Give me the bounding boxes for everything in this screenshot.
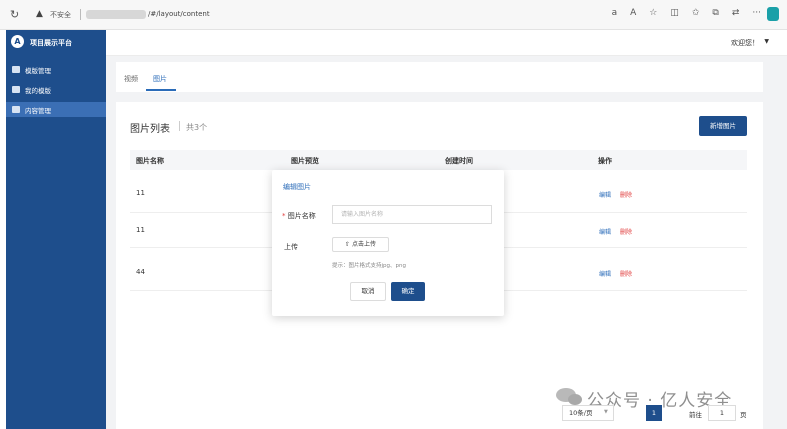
url-redacted [86, 10, 146, 19]
top-header: 欢迎您！ ▼ [106, 30, 787, 56]
delete-button[interactable]: 删除 [620, 190, 632, 199]
sidebar-item-my-templates[interactable]: 我的模版 [6, 82, 106, 97]
confirm-button[interactable]: 确定 [391, 282, 425, 301]
column-header-name: 图片名称 [136, 157, 164, 165]
dialog-title: 编辑图片 [283, 183, 311, 191]
browser-toolbar: ↻ ▲ 不安全 /#/layout/content a A ☆ ◫ ✩ ⧉ ⇄ … [0, 0, 787, 30]
item-count: 共3个 [186, 123, 208, 132]
upload-button-label: 点击上传 [351, 241, 376, 248]
sidebar: A 项目展示平台 模版管理 我的模版 内容管理 [6, 30, 106, 429]
image-name-label: * 图片名称 [282, 211, 316, 221]
security-status[interactable]: 不安全 [50, 10, 71, 20]
user-menu[interactable]: 欢迎您！ [731, 38, 759, 48]
goto-page-input[interactable]: 1 [708, 405, 736, 421]
page-number-current[interactable]: 1 [646, 405, 662, 421]
extensions-icon[interactable]: ⇄ [732, 8, 740, 18]
upload-label: 上传 [284, 243, 298, 251]
divider [179, 121, 180, 131]
image-icon [12, 86, 20, 93]
active-tab-indicator [146, 89, 176, 91]
divider [80, 9, 81, 20]
edit-button[interactable]: 编辑 [599, 269, 611, 278]
more-icon[interactable]: ··· [752, 8, 761, 18]
favorite-icon[interactable]: ☆ [649, 8, 657, 18]
delete-button[interactable]: 删除 [620, 269, 632, 278]
image-name-input[interactable] [332, 205, 492, 224]
reload-icon[interactable]: ↻ [10, 8, 19, 21]
chevron-down-icon[interactable]: ▼ [604, 409, 608, 415]
edit-button[interactable]: 编辑 [599, 190, 611, 199]
sidebar-item-label: 我的模版 [25, 87, 51, 95]
tab-video[interactable]: 视频 [124, 74, 138, 84]
table-header [130, 150, 747, 170]
cell-image-name: 11 [136, 226, 145, 234]
sidebar-item-content-management[interactable]: 内容管理 [6, 102, 106, 117]
edge-copilot-icon[interactable] [767, 7, 779, 21]
split-screen-icon[interactable]: ◫ [670, 8, 679, 18]
upload-icon: ⇧ [345, 241, 351, 248]
goto-label: 前往 [689, 411, 702, 419]
column-header-actions: 操作 [598, 157, 612, 165]
warning-icon[interactable]: ▲ [36, 9, 43, 19]
browser-tools: a A ☆ ◫ ✩ ⧉ ⇄ ··· [612, 8, 761, 18]
delete-button[interactable]: 删除 [620, 227, 632, 236]
cell-image-name: 11 [136, 189, 145, 197]
collections-icon[interactable]: ⧉ [712, 8, 718, 18]
add-image-button[interactable]: 新增图片 [699, 116, 747, 136]
logo-icon: A [11, 35, 24, 48]
image-icon [12, 106, 20, 113]
tab-images[interactable]: 图片 [153, 74, 167, 84]
sidebar-item-label: 模版管理 [25, 67, 51, 75]
cell-image-name: 44 [136, 268, 145, 276]
page-title: 图片列表 [130, 124, 170, 135]
favorites-icon[interactable]: ✩ [692, 8, 700, 18]
sidebar-item-label: 内容管理 [25, 107, 51, 115]
image-name-label-text: 图片名称 [287, 212, 316, 220]
page-unit-label: 页 [740, 411, 747, 419]
upload-tip: 提示：图片格式支持jpg、png [332, 263, 406, 269]
edit-button[interactable]: 编辑 [599, 227, 611, 236]
wechat-icon-secondary [568, 394, 582, 405]
read-aloud-icon[interactable]: a [612, 8, 618, 18]
app-title: 项目展示平台 [30, 39, 72, 47]
chevron-down-icon[interactable]: ▼ [764, 38, 769, 45]
required-mark: * [282, 212, 286, 220]
column-header-preview: 图片预览 [291, 157, 319, 165]
font-icon[interactable]: A [630, 8, 636, 18]
upload-button[interactable]: ⇧ 点击上传 [332, 237, 389, 252]
tabs-bar: 视频 图片 [116, 62, 763, 92]
address-bar-url[interactable]: /#/layout/content [148, 10, 210, 18]
column-header-created: 创建时间 [445, 157, 473, 165]
cancel-button[interactable]: 取消 [350, 282, 386, 301]
image-icon [12, 66, 20, 73]
sidebar-item-template-management[interactable]: 模版管理 [6, 62, 106, 77]
